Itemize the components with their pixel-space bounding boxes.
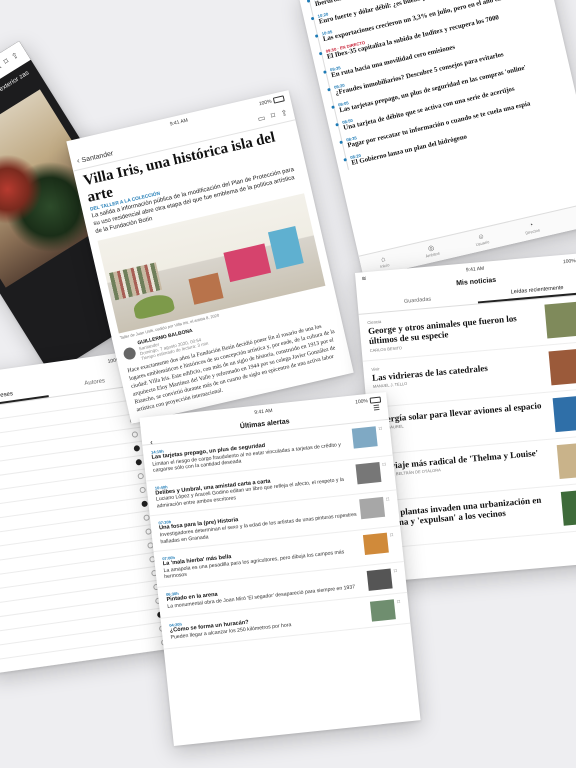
news-text: Las plantas invaden una urbanización en … — [383, 492, 557, 541]
avatar — [122, 346, 137, 361]
bookmark-icon[interactable]: ⌑ — [378, 426, 384, 451]
news-thumbnail[interactable] — [548, 347, 576, 386]
bookmark-icon[interactable]: ⌑ — [393, 568, 398, 588]
bookmark-icon[interactable]: ⌑ — [390, 532, 396, 557]
text-size-icon[interactable]: Aa — [0, 61, 3, 74]
battery-indicator: 100% — [258, 95, 285, 107]
checkbox-icon[interactable] — [133, 444, 141, 452]
status-time: 9:41 AM — [169, 117, 189, 128]
checkbox-icon[interactable] — [131, 431, 139, 438]
alert-thumbnail[interactable] — [362, 532, 389, 556]
news-text: Energía solar para llevar aviones al esp… — [375, 399, 549, 448]
bookmark-icon[interactable]: ⌑ — [2, 57, 10, 67]
news-thumbnail[interactable] — [560, 487, 576, 526]
news-title[interactable]: Las plantas invaden una urbanización en … — [384, 493, 557, 529]
news-thumbnail[interactable] — [552, 394, 576, 433]
timeline-card: 10:35Iberdrola desembarca con un proyect… — [298, 0, 576, 279]
page-title: Últimas alertas — [239, 418, 290, 431]
tab-usuario[interactable]: ☺ Usuario — [474, 232, 490, 247]
comments-icon[interactable]: ▭ — [257, 113, 266, 123]
share-icon[interactable]: ⇪ — [280, 108, 289, 118]
checkbox-icon[interactable] — [141, 500, 149, 508]
tab-directos[interactable]: ◔ Directos — [523, 221, 540, 236]
back-chevron-icon[interactable]: ‹ — [76, 156, 81, 165]
bookmark-icon[interactable]: ⌑ — [270, 111, 276, 121]
checkbox-icon[interactable] — [137, 472, 145, 480]
back-chevron-icon[interactable]: ‹ — [150, 438, 154, 447]
bookmark-icon[interactable]: ⌑ — [382, 461, 388, 486]
news-text: Ciencia George y otros animales que fuero… — [367, 305, 541, 354]
news-thumbnail[interactable] — [544, 300, 576, 339]
alert-thumbnail[interactable] — [359, 497, 386, 520]
status-time: 9:41 AM — [254, 407, 273, 416]
alert-thumbnail[interactable] — [351, 426, 378, 449]
news-text: Vivir Las vidrieras de las catedrales Manu… — [371, 352, 545, 401]
timeline-list: 10:35Iberdrola desembarca con un proyect… — [299, 0, 576, 172]
checkbox-icon[interactable] — [139, 486, 147, 494]
alerts-card: 9:41 AM 100% ‹ Últimas alertas ☰ 14:15h L… — [139, 391, 421, 747]
share-icon[interactable]: ⇪ — [10, 50, 20, 61]
news-text: El viaje más radical de 'Thelma y Louise… — [379, 446, 553, 495]
alert-thumbnail[interactable] — [355, 461, 382, 485]
alert-thumbnail[interactable] — [369, 599, 396, 622]
tab-label: Inicio — [379, 262, 390, 270]
battery-indicator: 100% — [562, 258, 576, 266]
alert-thumbnail[interactable] — [366, 568, 393, 591]
filter-icon[interactable]: ☰ — [373, 405, 380, 413]
back-label[interactable]: Santander — [81, 150, 114, 164]
wifi-icon: ≋ — [361, 276, 367, 283]
tab-ámbitos[interactable]: ◎ Ámbitos — [423, 244, 440, 259]
checkbox-icon[interactable] — [135, 458, 143, 466]
alerts-list: 14:15h Las tarjetas prepago, un plus de s… — [142, 419, 411, 650]
status-time: 9:41 AM — [465, 265, 485, 274]
bookmark-icon[interactable]: ⌑ — [386, 497, 392, 522]
bookmark-icon[interactable]: ⌑ — [397, 598, 402, 618]
news-thumbnail[interactable] — [556, 441, 576, 479]
tab-inicio[interactable]: ⌂ Inicio — [378, 255, 390, 269]
